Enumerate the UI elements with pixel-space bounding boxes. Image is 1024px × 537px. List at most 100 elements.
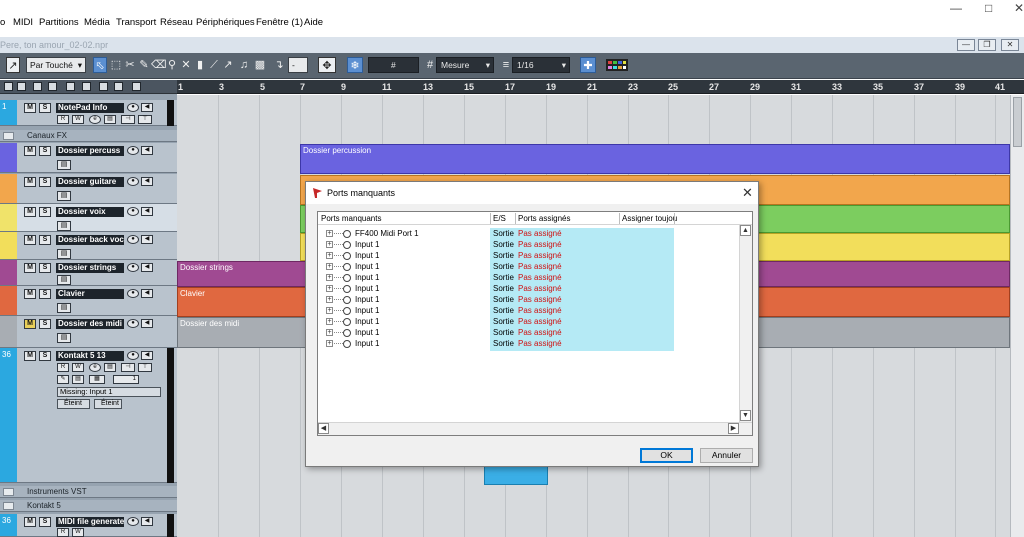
speaker-icon[interactable]: ◀: [141, 263, 153, 272]
edit-button[interactable]: e: [89, 363, 101, 372]
track-kontakt[interactable]: 36 M S Kontakt 5 13 ● ◀ R W e ▤ ⊣ ⊤ ✎ ▤ …: [0, 348, 177, 483]
track-solo-all-icon[interactable]: [48, 82, 57, 91]
folder-toggle-icon[interactable]: ▤: [57, 191, 71, 201]
play-tool-icon[interactable]: ↗: [221, 57, 235, 73]
expand-icon[interactable]: +: [326, 285, 333, 292]
track-read-icon[interactable]: [66, 82, 75, 91]
expand-icon[interactable]: +: [326, 274, 333, 281]
timeline-ruler[interactable]: 1 3 5 7 9 11 13 15 17 19 21 23 25 27 29 …: [177, 80, 1024, 94]
monitor-icon[interactable]: ●: [127, 207, 139, 216]
port-assigned[interactable]: Pas assigné: [518, 250, 562, 261]
minimize-icon[interactable]: —: [950, 1, 962, 15]
midi-channel-field[interactable]: 1: [113, 375, 139, 384]
zoom-tool-icon[interactable]: ⚲: [165, 57, 179, 73]
port-assigned[interactable]: Pas assigné: [518, 239, 562, 250]
menu-item-reseau[interactable]: Réseau: [160, 17, 193, 28]
menu-item-aide[interactable]: Aide: [304, 17, 323, 28]
port-row[interactable]: + Input 1 Sortie Pas assigné: [318, 261, 738, 272]
monitor-icon[interactable]: ●: [127, 263, 139, 272]
monitor-icon[interactable]: ●: [127, 235, 139, 244]
solo-button[interactable]: S: [39, 263, 51, 273]
event-kontakt[interactable]: [484, 465, 548, 485]
erase-tool-icon[interactable]: ⌫: [151, 57, 167, 73]
solo-button[interactable]: S: [39, 207, 51, 217]
track-name[interactable]: Dossier des midi: [56, 319, 124, 329]
nudge-select[interactable]: -: [288, 57, 308, 73]
lane-icon[interactable]: ⊤: [138, 115, 152, 124]
track-name[interactable]: NotePad Info: [56, 103, 124, 113]
mute-button[interactable]: M: [24, 351, 36, 361]
speaker-icon[interactable]: ◀: [141, 146, 153, 155]
menu-item-media[interactable]: Média: [84, 17, 110, 28]
solo-button[interactable]: S: [39, 235, 51, 245]
mute-button[interactable]: M: [24, 263, 36, 273]
track-folder-icon[interactable]: [99, 82, 108, 91]
mute-button[interactable]: M: [24, 103, 36, 113]
port-row[interactable]: + Input 1 Sortie Pas assigné: [318, 239, 738, 250]
write-button[interactable]: W: [72, 115, 84, 124]
scroll-left-icon[interactable]: ◀: [318, 423, 329, 434]
draw-tool-icon[interactable]: ✎: [137, 57, 151, 73]
track-midi-file[interactable]: 36 M S MIDI file generate ● ◀ R W: [0, 514, 177, 537]
pointer-tool-icon[interactable]: ⬁: [93, 57, 107, 73]
expand-icon[interactable]: +: [326, 340, 333, 347]
color-tool-icon[interactable]: ▩: [253, 57, 267, 73]
snap-toggle-icon[interactable]: ❄: [347, 57, 363, 73]
project-minimize-icon[interactable]: —: [957, 39, 975, 51]
monitor-icon[interactable]: ●: [127, 103, 139, 112]
track-strings[interactable]: M S Dossier strings ● ◀ ▤: [0, 260, 177, 286]
port-row[interactable]: + Input 1 Sortie Pas assigné: [318, 250, 738, 261]
solo-button[interactable]: S: [39, 103, 51, 113]
port-assigned[interactable]: Pas assigné: [518, 228, 562, 239]
expand-icon[interactable]: +: [326, 263, 333, 270]
pencil-icon[interactable]: ✎: [57, 375, 69, 384]
track-percussion[interactable]: M S Dossier percuss ● ◀ ▤: [0, 143, 177, 173]
port-row[interactable]: + Input 1 Sortie Pas assigné: [318, 272, 738, 283]
menu-item-midi[interactable]: MIDI: [13, 17, 33, 28]
write-button[interactable]: W: [72, 363, 84, 372]
folder-toggle-icon[interactable]: ▤: [57, 249, 71, 259]
solo-button[interactable]: S: [39, 517, 51, 527]
port-assigned[interactable]: Pas assigné: [518, 272, 562, 283]
mute-button[interactable]: M: [24, 319, 36, 329]
edit-button[interactable]: e: [89, 115, 101, 124]
speaker-icon[interactable]: ◀: [141, 103, 153, 112]
track-write-icon[interactable]: [82, 82, 91, 91]
input-off-button[interactable]: Éteint: [57, 399, 90, 409]
track-backvoc[interactable]: M S Dossier back voc ● ◀ ▤: [0, 232, 177, 260]
track-name[interactable]: Dossier strings: [56, 263, 124, 273]
menu-item-partitions[interactable]: Partitions: [39, 17, 79, 28]
auto-scroll-icon[interactable]: ↴: [272, 57, 286, 73]
port-row[interactable]: + Input 1 Sortie Pas assigné: [318, 327, 738, 338]
expand-icon[interactable]: +: [326, 329, 333, 336]
scroll-down-icon[interactable]: ▼: [740, 410, 751, 421]
project-close-icon[interactable]: ✕: [1001, 39, 1019, 51]
menu-item-peripheriques[interactable]: Périphériques: [196, 17, 255, 28]
snap-mode-icon[interactable]: ✥: [318, 57, 336, 73]
column-header-es[interactable]: E/S: [493, 214, 506, 223]
column-header-assigned[interactable]: Ports assignés: [518, 214, 570, 223]
folder-toggle-icon[interactable]: ▤: [57, 303, 71, 313]
automation-mode-select[interactable]: Par Touché ▾: [26, 57, 86, 73]
speaker-icon[interactable]: ◀: [141, 517, 153, 526]
port-assigned[interactable]: Pas assigné: [518, 338, 562, 349]
track-visibility-icon[interactable]: [17, 82, 26, 91]
monitor-icon[interactable]: ●: [127, 517, 139, 526]
grid-window-icon[interactable]: ✚: [580, 57, 596, 73]
track-name[interactable]: Dossier guitare: [56, 177, 124, 187]
port-assigned[interactable]: Pas assigné: [518, 305, 562, 316]
audition-tool-icon[interactable]: ♫: [237, 57, 251, 73]
expand-icon[interactable]: +: [326, 252, 333, 259]
read-button[interactable]: R: [57, 115, 69, 124]
scrollbar-thumb[interactable]: [1013, 97, 1022, 147]
folder-row-instruments[interactable]: Instruments VST: [0, 486, 177, 498]
expand-icon[interactable]: +: [326, 296, 333, 303]
mute-tool-icon[interactable]: ✕: [179, 57, 193, 73]
vertical-scrollbar[interactable]: ▲ ▼: [739, 225, 752, 422]
line-tool-icon[interactable]: ⟋: [207, 57, 221, 73]
insert-icon[interactable]: ▤: [104, 115, 116, 124]
port-row[interactable]: + Input 1 Sortie Pas assigné: [318, 294, 738, 305]
lane-icon[interactable]: ⊤: [138, 363, 152, 372]
close-icon[interactable]: ✕: [1014, 1, 1024, 15]
menu-item-transport-partial[interactable]: o: [0, 17, 5, 28]
